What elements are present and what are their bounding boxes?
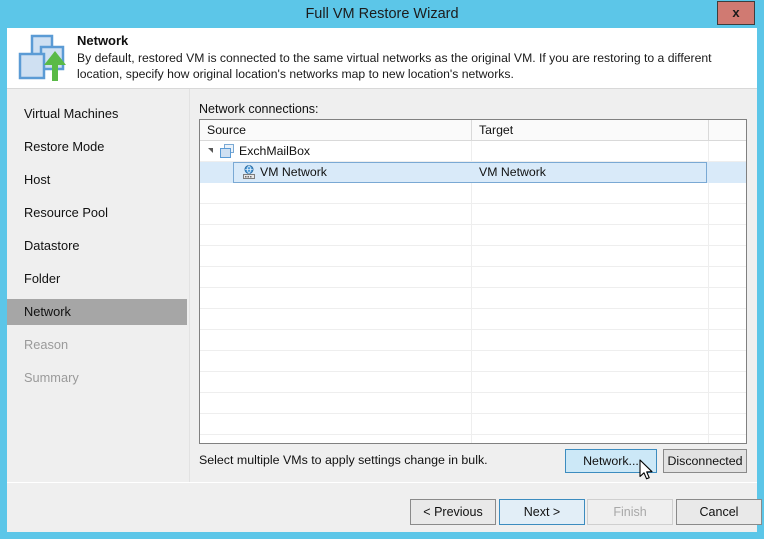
- cancel-button[interactable]: Cancel: [676, 499, 762, 525]
- expander-triangle-icon[interactable]: [208, 148, 213, 153]
- sidebar-item-reason: Reason: [7, 332, 187, 358]
- table-row[interactable]: [200, 372, 747, 393]
- sidebar-item-virtual-machines[interactable]: Virtual Machines: [7, 101, 187, 127]
- cell-source: VM Network: [260, 162, 327, 183]
- title-bar: Full VM Restore Wizard x: [0, 0, 764, 28]
- table-row[interactable]: [200, 309, 747, 330]
- column-header-source[interactable]: Source: [200, 120, 471, 140]
- table-row[interactable]: [200, 288, 747, 309]
- table-row[interactable]: [200, 267, 747, 288]
- sidebar-item-host[interactable]: Host: [7, 167, 187, 193]
- table-header-row: Source Target: [200, 120, 747, 141]
- finish-button: Finish: [587, 499, 673, 525]
- column-header-extra[interactable]: [709, 120, 747, 140]
- sidebar-item-restore-mode[interactable]: Restore Mode: [7, 134, 187, 160]
- disconnected-button[interactable]: Disconnected: [663, 449, 747, 473]
- table-row[interactable]: [200, 393, 747, 414]
- table-row[interactable]: [200, 225, 747, 246]
- table-row-group[interactable]: ExchMailBox: [200, 141, 747, 162]
- cell-target: VM Network: [479, 162, 546, 183]
- column-header-target[interactable]: Target: [472, 120, 708, 140]
- table-row[interactable]: [200, 330, 747, 351]
- wizard-footer: < Previous Next > Finish Cancel: [7, 482, 757, 532]
- wizard-header: Network By default, restored VM is conne…: [7, 28, 757, 89]
- vm-icon: [220, 144, 236, 162]
- network-button[interactable]: Network...: [565, 449, 657, 473]
- wizard-steps-sidebar: Virtual Machines Restore Mode Host Resou…: [7, 89, 190, 482]
- network-connections-table: ExchMailBox VM Network VM: [199, 119, 747, 444]
- table-row[interactable]: [200, 246, 747, 267]
- restore-vm-icon: [15, 33, 71, 85]
- sidebar-item-datastore[interactable]: Datastore: [7, 233, 187, 259]
- previous-button[interactable]: < Previous: [410, 499, 496, 525]
- table-row[interactable]: [200, 183, 747, 204]
- cell-source: ExchMailBox: [239, 141, 310, 162]
- next-button[interactable]: Next >: [499, 499, 585, 525]
- sidebar-item-resource-pool[interactable]: Resource Pool: [7, 200, 187, 226]
- sidebar-item-folder[interactable]: Folder: [7, 266, 187, 292]
- wizard-window: Full VM Restore Wizard x Network By defa…: [0, 0, 764, 539]
- sidebar-item-network[interactable]: Network: [7, 299, 187, 325]
- close-button[interactable]: x: [717, 1, 755, 25]
- table-row[interactable]: [200, 204, 747, 225]
- bulk-hint-text: Select multiple VMs to apply settings ch…: [199, 453, 488, 467]
- sidebar-item-summary: Summary: [7, 365, 187, 391]
- network-adapter-icon: [241, 165, 257, 183]
- table-row[interactable]: [200, 351, 747, 372]
- table-row[interactable]: [200, 414, 747, 435]
- main-content: Network connections:: [190, 89, 757, 482]
- page-title: Network: [77, 33, 128, 48]
- page-description: By default, restored VM is connected to …: [77, 50, 749, 82]
- window-title: Full VM Restore Wizard: [0, 0, 764, 28]
- table-row-selected[interactable]: VM Network VM Network: [200, 162, 747, 183]
- network-connections-label: Network connections:: [199, 102, 319, 116]
